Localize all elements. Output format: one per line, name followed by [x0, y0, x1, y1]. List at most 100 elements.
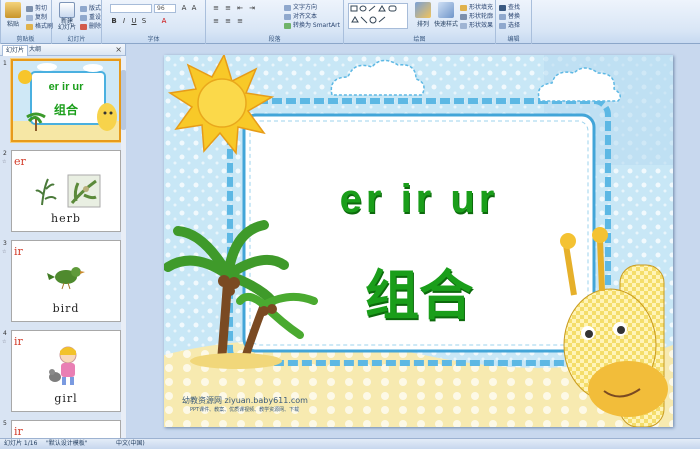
font-group: 96 A A B I U S A 字体 [102, 0, 206, 44]
status-bar: 幻灯片 1/16 "默认设计模板" 中文(中国) [0, 438, 700, 449]
shape-effects-label: 形状效果 [469, 22, 494, 29]
text-direction-label: 文字方向 [293, 4, 318, 11]
thumbnail-1-title: er ir ur [48, 81, 84, 93]
slide-thumbnail-5[interactable]: ir [11, 420, 121, 438]
quick-styles-label: 快速样式 [434, 21, 459, 28]
paste-button[interactable]: 粘贴 [2, 2, 24, 28]
arrange-button[interactable]: 排列 [412, 2, 434, 28]
font-color-button[interactable]: A [160, 17, 168, 25]
slide-editor: er ir ur 组合 幼教资源网 ziyuan.baby611.com PPT… [127, 44, 700, 438]
shape-fill-label: 形状填充 [469, 4, 494, 11]
thumbnail-1-subtitle: 组合 [53, 103, 78, 117]
copy-button[interactable]: 复制 [26, 12, 47, 21]
smartart-icon [284, 22, 291, 29]
shape-outline-label: 形状轮廓 [469, 13, 494, 20]
thumbnail-number: 3 [3, 240, 7, 247]
bold-button[interactable]: B [110, 17, 118, 25]
new-slide-icon [59, 2, 75, 18]
thumbnail-number: 5 [3, 420, 7, 427]
new-slide-label: 新建 幻灯片 [57, 18, 76, 31]
text-direction-button[interactable]: 文字方向 [284, 2, 317, 11]
current-slide[interactable]: er ir ur 组合 幼教资源网 ziyuan.baby611.com PPT… [164, 55, 673, 427]
italic-button[interactable]: I [120, 17, 128, 25]
bird-image [47, 267, 85, 290]
thumbnail-2-head: er [14, 155, 26, 168]
editing-label: 编辑 [507, 36, 520, 43]
language[interactable]: 中文(中国) [116, 439, 145, 449]
clipboard-group: 粘贴 剪切 复制 格式刷 剪贴板 [0, 0, 53, 44]
slide-title[interactable]: er ir ur [284, 177, 554, 222]
find-label: 查找 [508, 4, 521, 11]
outline-icon [460, 13, 467, 20]
tab-slides[interactable]: 幻灯片 [2, 45, 29, 56]
ribbon: 粘贴 剪切 复制 格式刷 剪贴板 新建 幻灯片 版式 重设 删除 幻灯片 96 … [0, 0, 700, 44]
slide-subtitle[interactable]: 组合 [284, 251, 554, 330]
cut-button[interactable]: 剪切 [26, 3, 47, 12]
strike-button[interactable]: S [140, 17, 148, 25]
drawing-label: 绘图 [413, 36, 426, 43]
smartart-label: 转换为 SmartArt [293, 22, 340, 29]
bullets-button[interactable]: ≡ [212, 4, 220, 12]
slides-label: 幻灯片 [67, 36, 86, 43]
layout-button[interactable]: 版式 [80, 3, 101, 12]
animation-icon: ☆ [2, 159, 7, 165]
watermark-small: PPT课件、教案、优质课视频、教学资源网、下载 [190, 407, 300, 413]
reset-button[interactable]: 重设 [80, 12, 101, 21]
cut-label: 剪切 [35, 5, 48, 12]
new-slide-button[interactable]: 新建 幻灯片 [55, 2, 79, 31]
shapes-icon [350, 5, 397, 24]
scroll-thumb[interactable] [121, 70, 126, 130]
slide-thumbnail-3[interactable]: ir bird [11, 240, 121, 322]
thumbnail-4-head: ir [14, 335, 23, 348]
find-button[interactable]: 查找 [499, 2, 520, 11]
shape-outline-button[interactable]: 形状轮廓 [460, 11, 493, 20]
watermark: 幼教资源网 ziyuan.baby611.com [182, 396, 308, 405]
shape-effects-button[interactable]: 形状效果 [460, 20, 493, 29]
align-right-button[interactable]: ≡ [236, 17, 244, 25]
paste-icon [5, 2, 21, 18]
delete-button[interactable]: 删除 [80, 21, 101, 30]
close-icon[interactable]: × [115, 45, 122, 55]
paragraph-label: 段落 [268, 36, 281, 43]
slide-thumbnail-2[interactable]: er herb [11, 150, 121, 232]
girl-image [49, 346, 77, 385]
format-painter-button[interactable]: 格式刷 [26, 21, 53, 30]
smartart-button[interactable]: 转换为 SmartArt [284, 20, 340, 29]
align-text-button[interactable]: 对齐文本 [284, 11, 317, 20]
shrink-font-button[interactable]: A [190, 4, 198, 12]
quick-styles-button[interactable]: 快速样式 [434, 2, 458, 28]
align-center-button[interactable]: ≡ [224, 17, 232, 25]
slide-thumbnail-4[interactable]: ir girl [11, 330, 121, 412]
binoculars-icon [499, 4, 506, 11]
underline-button[interactable]: U [130, 17, 138, 25]
numbering-button[interactable]: ≡ [224, 4, 232, 12]
thumbnail-5-head: ir [14, 425, 23, 438]
herb-image [35, 174, 101, 208]
select-button[interactable]: 选择 [499, 20, 520, 29]
animation-icon: ☆ [2, 339, 7, 345]
animation-icon: ☆ [2, 249, 7, 255]
align-text-icon [284, 13, 291, 20]
decrease-indent-button[interactable]: ⇤ [236, 4, 244, 12]
shapes-gallery[interactable] [348, 3, 408, 29]
slide-index: 幻灯片 1/16 [4, 440, 38, 447]
grow-font-button[interactable]: A [180, 4, 188, 12]
slides-panel: 幻灯片 大纲 × 1 er ir ur 组合 2 ☆ er herb 3 ☆ i… [0, 44, 126, 438]
increase-indent-button[interactable]: ⇥ [248, 4, 256, 12]
reset-icon [80, 14, 87, 21]
shape-fill-button[interactable]: 形状填充 [460, 2, 493, 11]
panel-scrollbar[interactable] [121, 56, 126, 438]
thumbnail-list: 1 er ir ur 组合 2 ☆ er herb 3 ☆ ir bird 4 … [0, 56, 126, 438]
align-left-button[interactable]: ≡ [212, 17, 220, 25]
font-size-combo[interactable]: 96 [154, 4, 176, 13]
effects-icon [460, 22, 467, 29]
layout-label: 版式 [89, 5, 102, 12]
layout-icon [80, 5, 87, 12]
slide-thumbnail-1[interactable]: er ir ur 组合 [11, 59, 121, 142]
font-name-combo[interactable] [110, 4, 152, 13]
replace-button[interactable]: 替换 [499, 11, 520, 20]
select-icon [499, 22, 506, 29]
replace-label: 替换 [508, 13, 521, 20]
text-direction-icon [284, 4, 291, 11]
tab-outline[interactable]: 大纲 [26, 45, 44, 56]
